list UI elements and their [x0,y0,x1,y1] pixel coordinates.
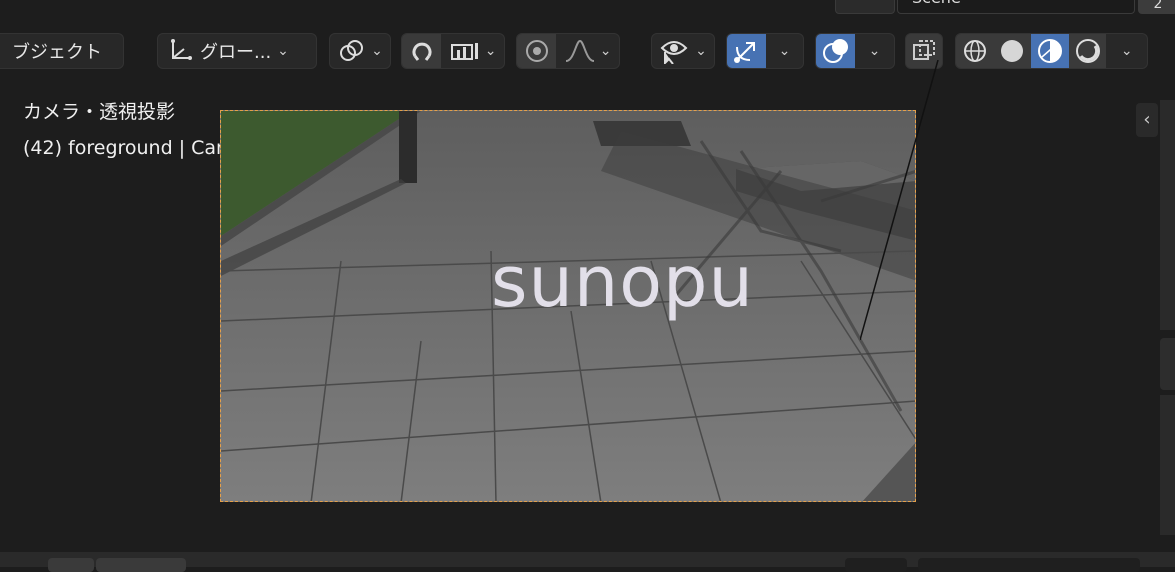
overlay-toggle[interactable] [816,34,855,68]
shading-wireframe[interactable] [956,34,994,68]
camera-pointer-line [860,60,939,340]
bottom-button[interactable] [845,558,907,572]
sidebar-tab-strip [1160,100,1175,330]
snap-target-dropdown[interactable]: ⌄ [441,34,504,68]
bottom-field[interactable] [918,558,1140,572]
overlay-icon [822,37,850,65]
solid-icon [999,38,1025,64]
scene-extra-button[interactable]: 2 [1138,0,1175,14]
chevron-down-icon: ⌄ [1120,43,1133,59]
transform-orientation-label: グロー... [200,42,272,63]
axes-icon [166,37,194,65]
visibility-dropdown[interactable]: ⌄ [651,33,715,69]
pivot-point-dropdown[interactable]: ⌄ [329,33,391,69]
chevron-down-icon: ⌄ [484,43,497,59]
mode-dropdown[interactable]: ブジェクト [0,33,124,69]
camera-overlay-text: sunopu [491,241,754,323]
snap-group: ⌄ [401,33,505,69]
sidebar-tab-strip-lower [1160,395,1175,535]
falloff-dropdown[interactable]: ⌄ [556,34,619,68]
shading-solid[interactable] [993,34,1032,68]
sidebar-tab-item[interactable] [1160,338,1175,390]
scene-icon: ⌄ [836,0,896,15]
bottom-header [0,552,1175,572]
wireframe-icon [962,38,988,64]
mode-label: ブジェクト [12,42,102,63]
circle-dot-icon [524,38,550,64]
chevron-down-icon: ⌄ [695,43,707,59]
snap-increment-icon [449,39,481,63]
shading-group: ⌄ [955,33,1148,69]
bottom-button[interactable] [48,558,94,572]
gizmo-group: ⌄ [726,33,804,69]
proportional-editing-toggle[interactable] [517,34,557,68]
chevron-down-icon: ⌄ [778,43,791,59]
shading-dropdown[interactable]: ⌄ [1106,34,1147,68]
chevron-down-icon: ⌄ [371,43,383,59]
snap-toggle[interactable] [402,34,442,68]
falloff-curve-icon [564,39,596,63]
scene-name-field[interactable]: Scene [897,0,1135,14]
chevron-down-icon: ⌄ [868,43,881,59]
chevron-down-icon: ⌄ [277,43,289,59]
bottom-button[interactable] [96,558,186,572]
camera-view-frame[interactable]: sunopu [220,110,916,502]
transform-orientation-dropdown[interactable]: グロー... ⌄ [157,33,317,69]
shading-rendered[interactable] [1068,34,1107,68]
chevron-down-icon: ⌄ [599,43,612,59]
view-type-label: カメラ・透視投影 [23,101,176,123]
pivot-link-icon [337,37,365,65]
sidebar-collapse-button[interactable]: ‹ [1136,103,1158,137]
magnet-icon [409,38,435,64]
material-icon [1037,38,1063,64]
gizmo-toggle[interactable] [727,34,766,68]
gizmo-dropdown[interactable]: ⌄ [766,34,803,68]
eye-pointer-icon [659,38,689,64]
proportional-group: ⌄ [516,33,620,69]
scene-selector-icon-button[interactable]: ⌄ [835,0,895,14]
arrow-transform-icon [732,37,760,65]
shading-material[interactable] [1031,34,1069,68]
rendered-icon [1075,38,1101,64]
